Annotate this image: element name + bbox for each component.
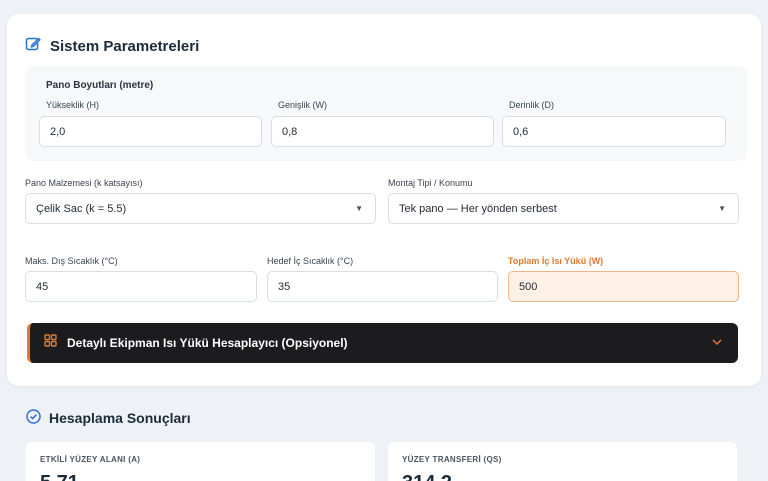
depth-input[interactable]: 0,6: [502, 116, 726, 147]
accordion-title: Detaylı Ekipman Isı Yükü Hesaplayıcı (Op…: [67, 336, 348, 350]
height-input[interactable]: 2,0: [39, 116, 262, 147]
target-indoor-temp-input[interactable]: 35: [267, 271, 498, 302]
max-outdoor-temp-input[interactable]: 45: [25, 271, 257, 302]
height-label: Yükseklik (H): [46, 100, 100, 110]
material-label: Pano Malzemesi (k katsayısı): [25, 178, 143, 188]
surface-area-value: 5,71: [40, 472, 375, 481]
results-title: Hesaplama Sonuçları: [49, 410, 191, 426]
width-input[interactable]: 0,8: [271, 116, 494, 147]
total-heat-load-input[interactable]: 500: [508, 271, 739, 302]
mounting-label: Montaj Tipi / Konumu: [388, 178, 473, 188]
system-parameters-title: Sistem Parametreleri: [50, 37, 200, 55]
grid-icon: [44, 334, 57, 352]
panel-dimensions-title: Pano Boyutları (metre): [46, 80, 154, 91]
max-outdoor-temp-label: Maks. Dış Sıcaklık (°C): [25, 256, 118, 266]
surface-transfer-label: YÜZEY TRANSFERİ (QS): [402, 455, 502, 464]
surface-area-label: ETKİLİ YÜZEY ALANI (A): [40, 455, 141, 464]
panel-dimensions-group: Pano Boyutları (metre) Yükseklik (H) 2,0…: [25, 66, 747, 161]
width-label: Genişlik (W): [278, 100, 327, 110]
target-indoor-temp-label: Hedef İç Sıcaklık (°C): [267, 256, 354, 266]
system-parameters-card: Sistem Parametreleri Pano Boyutları (met…: [7, 14, 761, 386]
results-header: Hesaplama Sonuçları: [26, 409, 191, 427]
surface-transfer-value: 314,2: [402, 472, 737, 481]
depth-label: Derinlik (D): [509, 100, 554, 110]
mounting-selected-value: Tek pano — Her yönden serbest: [399, 202, 557, 215]
mounting-select[interactable]: Tek pano — Her yönden serbest ▼: [388, 193, 739, 224]
surface-area-result-card: ETKİLİ YÜZEY ALANI (A) 5,71: [26, 442, 375, 481]
system-parameters-header: Sistem Parametreleri: [25, 36, 199, 56]
edit-icon: [25, 36, 41, 56]
check-circle-icon: [26, 409, 41, 427]
material-select[interactable]: Çelik Sac (k = 5.5) ▼: [25, 193, 376, 224]
equipment-heat-load-accordion[interactable]: Detaylı Ekipman Isı Yükü Hesaplayıcı (Op…: [27, 323, 738, 363]
material-selected-value: Çelik Sac (k = 5.5): [36, 202, 127, 215]
caret-down-icon: ▼: [718, 204, 726, 213]
surface-transfer-result-card: YÜZEY TRANSFERİ (QS) 314,2: [388, 442, 737, 481]
total-heat-load-label: Toplam İç Isı Yükü (W): [508, 256, 604, 266]
chevron-down-icon[interactable]: [712, 338, 722, 349]
caret-down-icon: ▼: [355, 204, 363, 213]
